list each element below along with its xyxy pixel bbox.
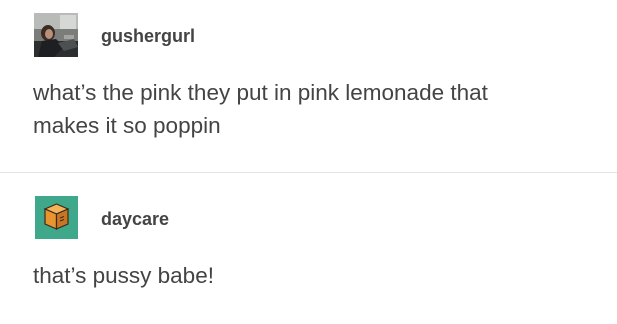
post-text: that’s pussy babe! <box>33 259 214 292</box>
avatar-daycare-icon[interactable] <box>35 196 78 239</box>
post-text-line: makes it so poppin <box>33 113 221 138</box>
post-daycare: daycare that’s pussy babe! <box>0 173 617 324</box>
username-gushergurl[interactable]: gushergurl <box>101 26 195 47</box>
username-daycare[interactable]: daycare <box>101 209 169 230</box>
post-gushergurl: gushergurl what’s the pink they put in p… <box>0 0 617 172</box>
post-text-line: that’s pussy babe! <box>33 263 214 288</box>
post-text: what’s the pink they put in pink lemonad… <box>33 76 488 142</box>
post-text-line: what’s the pink they put in pink lemonad… <box>33 80 488 105</box>
avatar-gushergurl-icon[interactable] <box>34 13 78 57</box>
